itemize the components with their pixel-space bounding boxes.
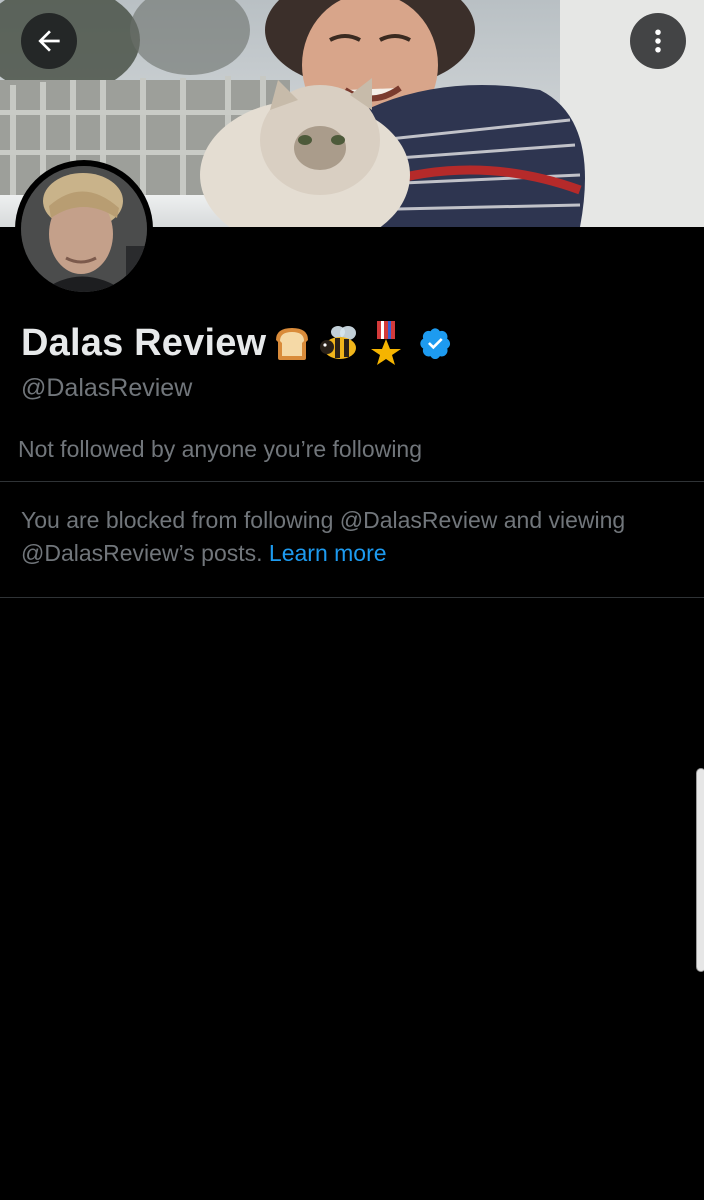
profile-avatar[interactable]	[15, 160, 153, 298]
arrow-left-icon	[38, 30, 60, 52]
verified-badge-icon[interactable]	[420, 327, 452, 359]
learn-more-link[interactable]: Learn more	[269, 540, 387, 566]
avatar-image	[21, 166, 147, 292]
followed-by-text: Not followed by anyone you’re following	[18, 436, 423, 462]
profile-handle: @DalasReview	[21, 374, 193, 402]
more-vertical-icon	[655, 29, 661, 53]
scrollbar-handle[interactable]	[696, 768, 704, 972]
display-name: Dalas Review	[21, 321, 267, 364]
medal-icon	[368, 321, 404, 365]
blocked-notice: You are blocked from following @DalasRev…	[21, 504, 681, 570]
bee-icon	[318, 323, 362, 363]
bread-icon	[272, 324, 312, 362]
more-options-button[interactable]	[630, 13, 686, 69]
divider	[0, 481, 704, 482]
back-button[interactable]	[21, 13, 77, 69]
profile-name-row: Dalas Review	[21, 318, 452, 368]
divider	[0, 597, 704, 598]
